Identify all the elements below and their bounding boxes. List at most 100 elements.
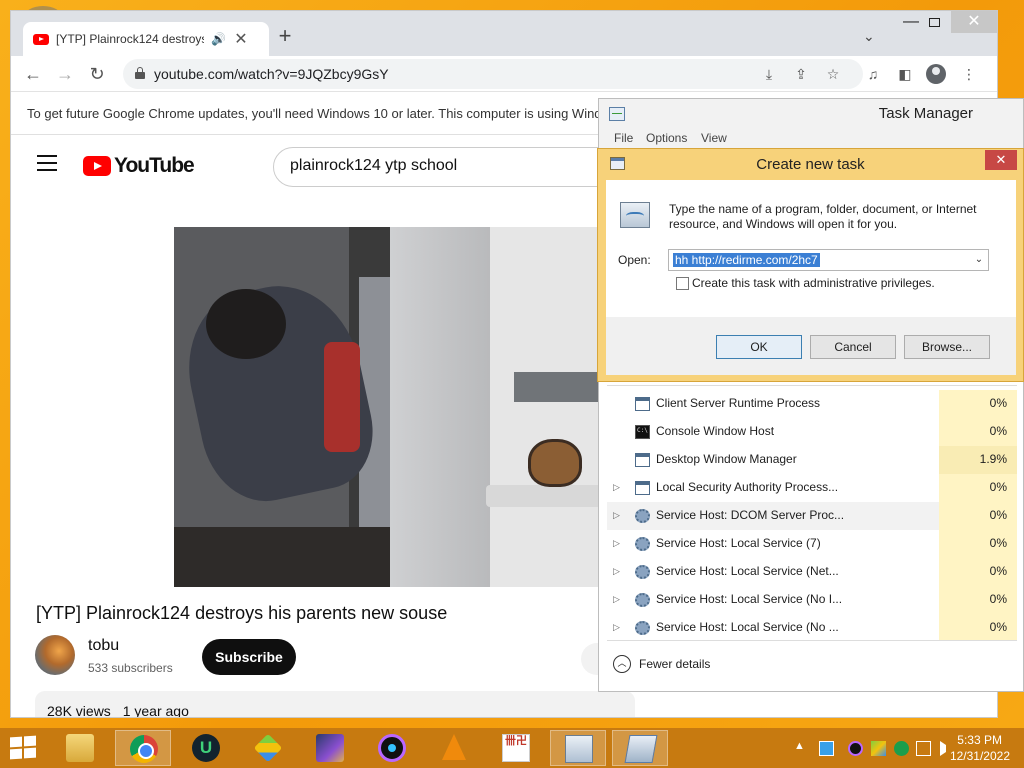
admin-privileges-label[interactable]: Create this task with administrative pri… (692, 276, 935, 290)
media-control-icon[interactable]: ♫ (861, 62, 885, 86)
windows-start-icon[interactable] (10, 735, 37, 760)
console-icon (635, 425, 650, 439)
forward-button[interactable]: → (53, 62, 77, 86)
clock-time[interactable]: 5:33 PM (957, 733, 1002, 747)
open-label: Open: (618, 253, 651, 267)
menu-options[interactable]: Options (646, 131, 687, 145)
dialog-titlebar[interactable]: Create new task ✕ (598, 149, 1023, 179)
expand-chevron-icon[interactable]: ▷ (613, 538, 620, 549)
process-row[interactable]: ▷ Service Host: DCOM Server Proc... 0% (607, 502, 1017, 530)
menu-view[interactable]: View (701, 131, 727, 145)
taskbar-character-app[interactable]: 卌卍 (488, 730, 544, 766)
taskbar-camera-app[interactable] (364, 730, 420, 766)
audio-playing-icon[interactable]: 🔊 (211, 32, 226, 46)
reload-button[interactable]: ↻ (85, 62, 109, 86)
process-name: Service Host: Local Service (Net... (656, 564, 839, 578)
hamburger-menu-icon[interactable] (37, 155, 57, 171)
url-text[interactable]: youtube.com/watch?v=9JQZbcy9GsY (154, 66, 389, 82)
menu-kebab-icon[interactable]: ⋮ (957, 62, 981, 86)
share-icon[interactable]: ⇪ (791, 64, 811, 84)
process-name: Service Host: Local Service (No I... (656, 592, 843, 606)
subscribe-button[interactable]: Subscribe (202, 639, 296, 675)
close-button[interactable]: ✕ (951, 11, 997, 33)
address-bar[interactable]: youtube.com/watch?v=9JQZbcy9GsY ⤓ ⇪ ☆ (123, 59, 863, 89)
open-combobox[interactable]: hh http://redirme.com/2hc7 ⌄ (668, 249, 989, 271)
expand-chevron-icon[interactable]: ▷ (613, 482, 620, 493)
taskbar-run-dialog[interactable] (612, 730, 668, 766)
taskbar-photo-app[interactable] (302, 730, 358, 766)
process-row[interactable]: ▷ Local Security Authority Process... 0% (607, 474, 1017, 502)
show-hidden-icons-icon[interactable]: ▲ (794, 740, 805, 752)
back-button[interactable]: ← (21, 62, 45, 86)
install-app-icon[interactable]: ⤓ (759, 64, 779, 84)
tab-youtube[interactable]: [YTP] Plainrock124 destroys his parents … (23, 22, 269, 56)
process-row[interactable]: Console Window Host 0% (607, 418, 1017, 446)
channel-name[interactable]: tobu (88, 637, 119, 655)
menu-file[interactable]: File (614, 131, 633, 145)
minimize-button[interactable]: — (901, 13, 921, 35)
window-icon (635, 481, 650, 495)
task-manager-menubar: File Options View (599, 129, 1023, 149)
process-name: Console Window Host (656, 424, 775, 438)
bookmark-star-icon[interactable]: ☆ (823, 64, 843, 84)
open-input[interactable]: hh http://redirme.com/2hc7 (673, 253, 820, 267)
search-input[interactable]: plainrock124 ytp school (273, 147, 633, 187)
task-manager-icon (565, 735, 593, 763)
run-program-icon (620, 202, 650, 228)
process-row[interactable]: ▷ Service Host: Local Service (Net... 0% (607, 558, 1017, 586)
description-box[interactable]: 28K views 1 year ago (35, 691, 635, 717)
clock-date[interactable]: 12/31/2022 (950, 749, 1010, 763)
browse-button[interactable]: Browse... (904, 335, 990, 359)
cancel-button[interactable]: Cancel (810, 335, 896, 359)
taskbar-vlc[interactable] (426, 730, 482, 766)
fewer-details-button[interactable]: ︿ Fewer details (613, 655, 710, 673)
process-name: Local Security Authority Process... (656, 480, 839, 494)
admin-privileges-checkbox[interactable] (676, 277, 689, 290)
expand-chevron-icon[interactable]: ▷ (613, 594, 620, 605)
volume-icon[interactable] (940, 741, 946, 756)
network-icon[interactable] (916, 741, 931, 756)
chevron-down-icon[interactable]: ⌄ (972, 252, 986, 268)
expand-chevron-icon[interactable]: ▷ (613, 566, 620, 577)
lock-icon[interactable] (135, 67, 145, 79)
run-window-icon (624, 735, 658, 763)
tab-search-icon[interactable]: ⌄ (863, 28, 879, 44)
process-row[interactable]: ▷ Service Host: Local Service (No I... 0% (607, 586, 1017, 614)
process-name: Service Host: Local Service (No ... (656, 620, 839, 634)
new-tab-button[interactable]: + (273, 25, 297, 49)
tab-close-icon[interactable]: ✕ (233, 29, 249, 49)
tray-app-icon[interactable] (819, 741, 834, 756)
system-tray: ▲ 5:33 PM 12/31/2022 (764, 728, 1024, 768)
process-cpu: 0% (939, 558, 1017, 586)
process-row[interactable]: Client Server Runtime Process 0% (607, 390, 1017, 418)
create-new-task-dialog: Create new task ✕ Type the name of a pro… (597, 148, 1024, 382)
tray-camera-icon[interactable] (848, 741, 863, 756)
camera-app-icon (378, 734, 406, 762)
fewer-details-label: Fewer details (639, 657, 711, 671)
dialog-close-button[interactable]: ✕ (985, 150, 1017, 170)
gear-icon (635, 565, 650, 579)
taskbar-chrome[interactable] (115, 730, 171, 766)
process-row[interactable]: ▷ Service Host: Local Service (7) 0% (607, 530, 1017, 558)
profile-avatar-icon[interactable] (926, 64, 946, 84)
video-player[interactable] (174, 227, 614, 587)
taskbar-file-explorer[interactable] (52, 730, 108, 766)
expand-chevron-icon[interactable]: ▷ (613, 510, 620, 521)
channel-avatar[interactable] (35, 635, 75, 675)
side-panel-icon[interactable]: ◧ (893, 62, 917, 86)
tray-download-icon[interactable] (894, 741, 909, 756)
ok-button[interactable]: OK (716, 335, 802, 359)
taskbar-task-manager[interactable] (550, 730, 606, 766)
taskbar-bluestacks[interactable] (240, 730, 296, 766)
process-row[interactable]: ▷ Service Host: Local Service (No ... 0% (607, 614, 1017, 640)
task-manager-icon (609, 107, 625, 121)
tray-bluestacks-icon[interactable] (871, 741, 886, 756)
maximize-button[interactable] (929, 18, 940, 27)
expand-chevron-icon[interactable]: ▷ (613, 622, 620, 633)
taskbar-u-app[interactable]: U (178, 730, 234, 766)
task-manager-titlebar[interactable]: Task Manager (599, 99, 1023, 129)
process-row[interactable]: Desktop Window Manager 1.9% (607, 446, 1017, 474)
youtube-logo[interactable]: YouTube (83, 154, 195, 178)
process-cpu: 1.9% (939, 446, 1017, 474)
tab-title: [YTP] Plainrock124 destroys his parents … (56, 32, 204, 46)
